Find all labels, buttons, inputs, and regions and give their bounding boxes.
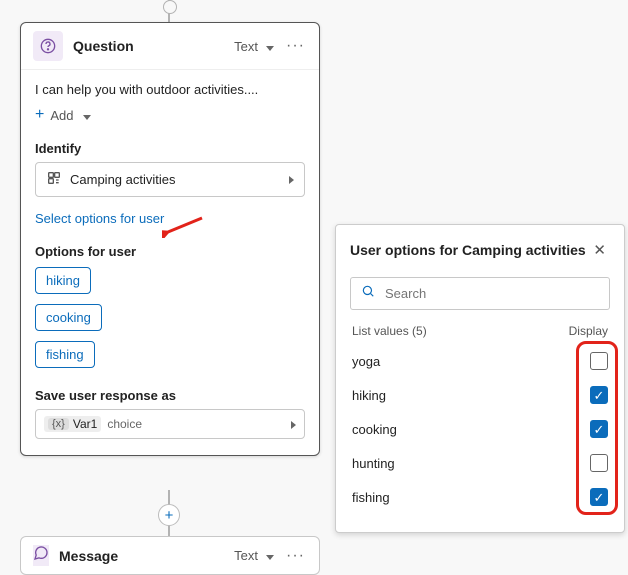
select-options-link[interactable]: Select options for user (35, 211, 164, 226)
list-item: hiking (350, 378, 610, 412)
list-item: hunting (350, 446, 610, 480)
list-item: fishing (350, 480, 610, 514)
connector-top (168, 0, 170, 22)
message-card-header: Message Text ··· (21, 537, 319, 574)
message-title: Message (59, 548, 224, 564)
search-box[interactable] (350, 277, 610, 310)
display-checkbox[interactable] (590, 488, 608, 506)
message-type-label: Text (234, 548, 258, 563)
list-item-label: yoga (352, 354, 380, 369)
question-title: Question (73, 38, 224, 54)
identify-field[interactable]: Camping activities (35, 162, 305, 197)
option-chip[interactable]: cooking (35, 304, 102, 331)
display-checkbox[interactable] (590, 386, 608, 404)
message-card[interactable]: Message Text ··· (20, 536, 320, 575)
identify-label: Identify (35, 141, 305, 156)
list-item: cooking (350, 412, 610, 446)
variable-type: choice (107, 417, 142, 431)
display-checkbox[interactable] (590, 420, 608, 438)
options-list: yoga hiking cooking hunting fishing (350, 344, 610, 514)
more-options-button[interactable]: ··· (284, 37, 307, 55)
identify-value: Camping activities (70, 172, 176, 187)
close-button[interactable]: ✕ (589, 239, 610, 261)
list-values-label: List values (5) (352, 324, 427, 338)
display-checkbox[interactable] (590, 454, 608, 472)
variable-field[interactable]: {x} Var1 choice (35, 409, 305, 439)
entity-icon (46, 170, 62, 189)
list-item-label: hiking (352, 388, 386, 403)
option-chip[interactable]: fishing (35, 341, 95, 368)
add-node-button[interactable]: + (158, 504, 180, 526)
display-checkbox[interactable] (590, 352, 608, 370)
list-item-label: fishing (352, 490, 390, 505)
list-item-label: cooking (352, 422, 397, 437)
question-card-header: Question Text ··· (21, 23, 319, 70)
list-item-label: hunting (352, 456, 395, 471)
message-type-dropdown[interactable]: Text (234, 548, 274, 563)
plus-icon: + (35, 107, 44, 123)
question-icon (33, 31, 63, 61)
display-column-label: Display (569, 324, 608, 338)
search-input[interactable] (383, 285, 599, 302)
variable-icon: {x} (48, 418, 69, 430)
options-chip-list: hiking cooking fishing (35, 267, 305, 368)
more-options-button[interactable]: ··· (284, 547, 307, 565)
search-icon (361, 284, 375, 303)
question-type-dropdown[interactable]: Text (234, 39, 274, 54)
user-options-panel: User options for Camping activities ✕ Li… (335, 224, 625, 533)
question-text[interactable]: I can help you with outdoor activities..… (35, 82, 305, 97)
add-button[interactable]: + Add (35, 107, 305, 123)
question-card-body: I can help you with outdoor activities..… (21, 70, 319, 455)
variable-name: Var1 (73, 417, 97, 431)
chevron-right-icon (289, 172, 294, 187)
chevron-right-icon (291, 417, 296, 432)
add-label: Add (50, 108, 73, 123)
option-chip[interactable]: hiking (35, 267, 91, 294)
question-card[interactable]: Question Text ··· I can help you with ou… (20, 22, 320, 456)
chevron-down-icon (79, 108, 91, 123)
save-response-label: Save user response as (35, 388, 305, 403)
chevron-down-icon (262, 39, 274, 54)
list-item: yoga (350, 344, 610, 378)
chevron-down-icon (262, 548, 274, 563)
panel-title: User options for Camping activities (350, 242, 586, 258)
options-label: Options for user (35, 244, 305, 259)
question-type-label: Text (234, 39, 258, 54)
